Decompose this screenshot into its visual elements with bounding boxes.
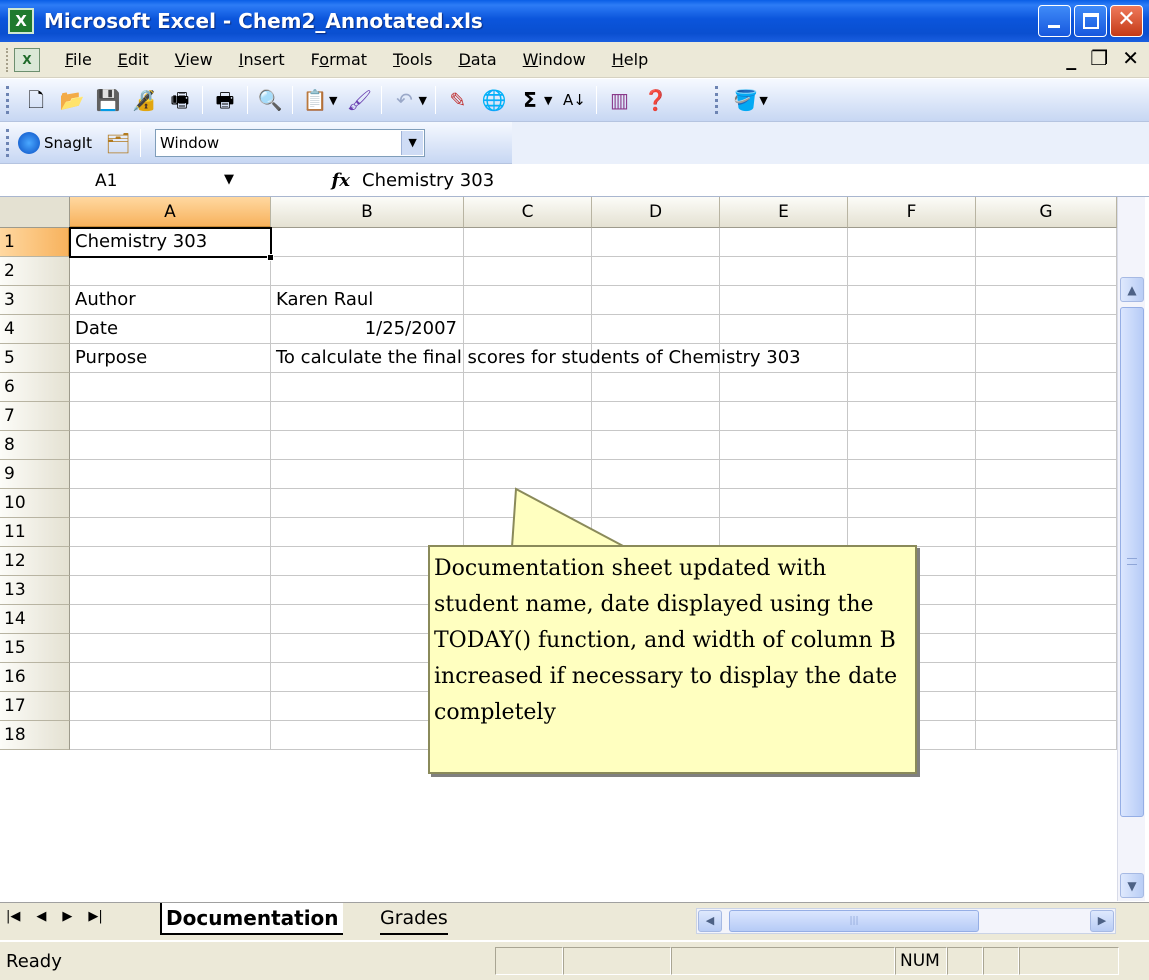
- status-panel-7: [1019, 947, 1119, 975]
- horizontal-scroll-thumb[interactable]: |||: [729, 910, 979, 932]
- first-sheet-icon[interactable]: |◀: [6, 909, 20, 924]
- cell-comment[interactable]: Documentation sheet updated with student…: [428, 545, 917, 774]
- status-panel-2: [563, 947, 671, 975]
- vertical-scroll-thumb[interactable]: [1120, 307, 1144, 817]
- scroll-up-button[interactable]: ▲: [1120, 277, 1144, 302]
- comment-pointer: [510, 487, 626, 549]
- status-panel-5: [947, 947, 983, 975]
- status-num-panel: NUM: [895, 947, 947, 975]
- scroll-down-button[interactable]: ▼: [1120, 873, 1144, 898]
- vertical-scrollbar[interactable]: ▲ ▼: [1117, 197, 1145, 901]
- status-panel-6: [983, 947, 1019, 975]
- sheet-tab-grades[interactable]: Grades: [380, 903, 448, 935]
- sheet-tab-bar: |◀ ◀ ▶ ▶| Documentation Grades ◀ ||| ▶: [0, 902, 1149, 940]
- status-ready: Ready: [6, 951, 62, 972]
- last-sheet-icon[interactable]: ▶|: [88, 909, 102, 924]
- scroll-right-button[interactable]: ▶: [1090, 910, 1114, 932]
- sheet-tab-documentation[interactable]: Documentation: [160, 903, 343, 935]
- status-panel-1: [495, 947, 563, 975]
- status-bar: Ready NUM: [0, 941, 1149, 980]
- status-num: NUM: [900, 951, 940, 971]
- next-sheet-icon[interactable]: ▶: [62, 909, 72, 924]
- prev-sheet-icon[interactable]: ◀: [36, 909, 46, 924]
- status-panel-3: [671, 947, 895, 975]
- scroll-left-button[interactable]: ◀: [698, 910, 722, 932]
- horizontal-scrollbar[interactable]: ◀ ||| ▶: [696, 908, 1116, 934]
